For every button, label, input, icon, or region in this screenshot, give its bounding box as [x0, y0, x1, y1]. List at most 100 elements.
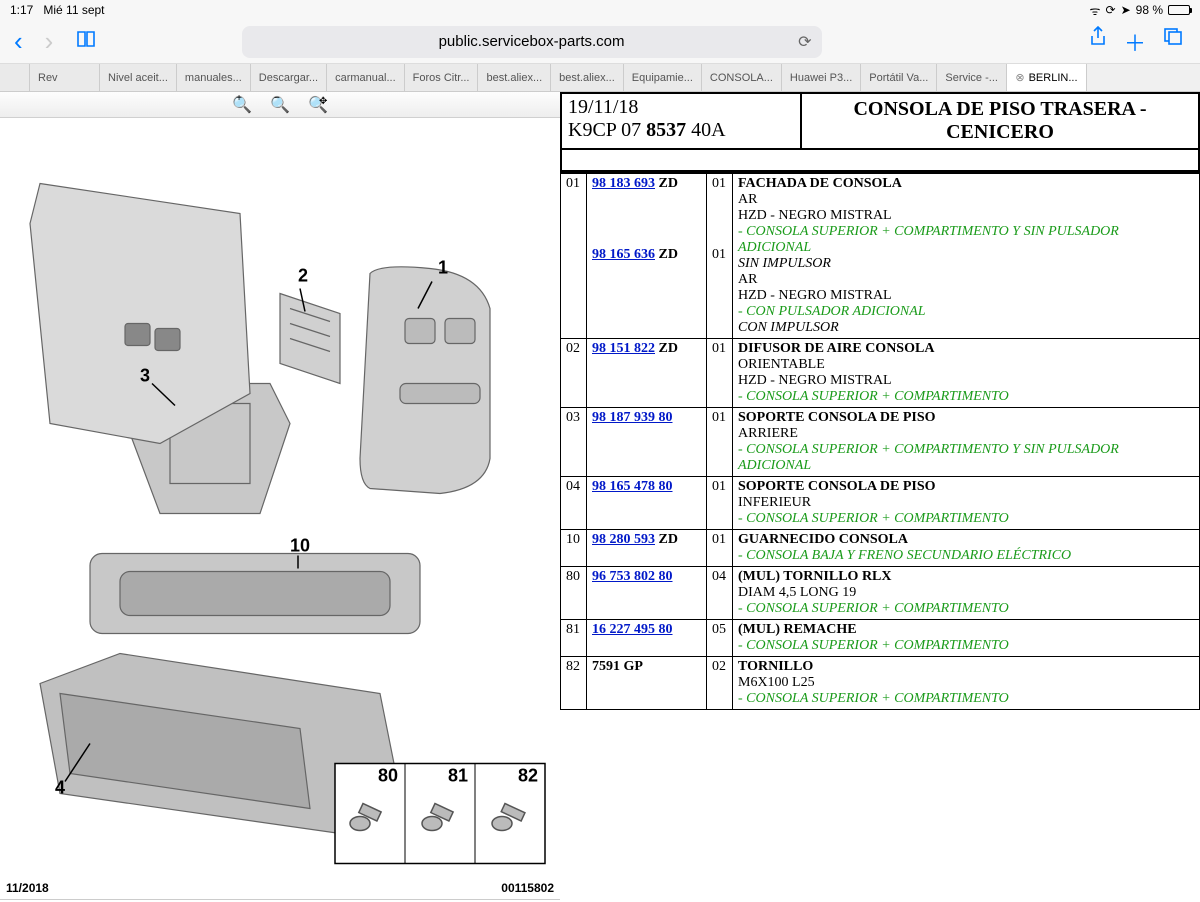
part-ref-cell: 98 165 478 80 — [587, 477, 707, 530]
tab[interactable]: Service -... — [937, 64, 1007, 91]
diagram-panel: 🔍+ 🔍− 🔍✥ — [0, 92, 560, 900]
new-tab-button[interactable]: ＋ — [1124, 26, 1146, 58]
part-qty: 01 — [712, 479, 727, 495]
part-qty: 01 — [712, 410, 727, 426]
callout-4: 4 — [55, 778, 65, 798]
part-qty: 01 — [712, 532, 727, 548]
table-row: 0398 187 939 8001SOPORTE CONSOLA DE PISO… — [561, 408, 1200, 477]
part-ref-link[interactable]: 98 280 593 — [592, 532, 655, 547]
forward-button[interactable]: › — [39, 26, 60, 57]
callout-81: 81 — [448, 766, 468, 786]
tab[interactable]: ⊗BERLIN... — [1007, 64, 1086, 91]
tab-label: Equipamie... — [632, 72, 693, 84]
part-id: 03 — [561, 408, 587, 477]
part-ref-link[interactable]: 98 151 822 — [592, 341, 655, 356]
callout-3: 3 — [140, 366, 150, 386]
doc-date: 19/11/18 — [568, 96, 794, 119]
tab[interactable]: carmanual... — [327, 64, 405, 91]
tab-label: CONSOLA... — [710, 72, 773, 84]
part-qty: 02 — [712, 659, 727, 675]
tab[interactable]: manuales... — [177, 64, 251, 91]
part-id: 82 — [561, 657, 587, 710]
part-ref-cell: 98 280 593 ZD — [587, 530, 707, 567]
tab[interactable]: best.aliex... — [478, 64, 551, 91]
doc-blank-row — [560, 150, 1200, 172]
part-ref-link[interactable]: 98 165 636 — [592, 247, 655, 262]
part-qty-cell: 01 — [707, 477, 733, 530]
part-desc-note: - CONSOLA SUPERIOR + COMPARTIMENTO — [738, 511, 1194, 527]
tabs-button[interactable] — [1162, 26, 1184, 58]
tab[interactable]: best.aliex... — [551, 64, 624, 91]
part-desc-line: ARRIERE — [738, 426, 1194, 442]
tab[interactable]: Huawei P3... — [782, 64, 861, 91]
part-qty-cell: 01 — [707, 530, 733, 567]
tab[interactable]: Equipamie... — [624, 64, 702, 91]
part-desc-cell: FACHADA DE CONSOLAARHZD - NEGRO MISTRAL-… — [733, 173, 1200, 339]
parts-diagram[interactable]: 1 2 3 4 10 80 81 82 11/2018 00115802 — [0, 118, 560, 900]
part-desc-note: - CONSOLA SUPERIOR + COMPARTIMENTO — [738, 691, 1194, 707]
part-desc-title: TORNILLO — [738, 659, 1194, 675]
tab[interactable]: Portátil Va... — [861, 64, 937, 91]
tab-label: Rev — [38, 72, 58, 84]
tab[interactable] — [0, 64, 30, 91]
bookmarks-button[interactable] — [69, 29, 103, 55]
zoom-move-icon[interactable]: 🔍✥ — [308, 95, 328, 115]
part-ref-link[interactable]: 96 753 802 80 — [592, 569, 673, 584]
part-desc-title: (MUL) REMACHE — [738, 622, 1194, 638]
part-desc-line: AR — [738, 192, 1194, 208]
part-desc-title: DIFUSOR DE AIRE CONSOLA — [738, 341, 1194, 357]
tab-label: Nivel aceit... — [108, 72, 168, 84]
tab-label: Portátil Va... — [869, 72, 928, 84]
part-desc-cell: DIFUSOR DE AIRE CONSOLAORIENTABLEHZD - N… — [733, 339, 1200, 408]
share-button[interactable] — [1088, 26, 1108, 58]
part-desc-note: - CONSOLA SUPERIOR + COMPARTIMENTO — [738, 389, 1194, 405]
reload-button[interactable]: ⟳ — [798, 32, 811, 52]
part-id: 02 — [561, 339, 587, 408]
part-ref-suffix: ZD — [655, 176, 678, 191]
tab-label: best.aliex... — [559, 72, 615, 84]
table-row: 0498 165 478 8001SOPORTE CONSOLA DE PISO… — [561, 477, 1200, 530]
part-desc-line: AR — [738, 272, 1194, 288]
address-bar[interactable]: public.servicebox-parts.com ⟳ — [242, 26, 822, 58]
part-desc-cell: SOPORTE CONSOLA DE PISOINFERIEUR- CONSOL… — [733, 477, 1200, 530]
part-desc-cell: (MUL) REMACHE- CONSOLA SUPERIOR + COMPAR… — [733, 620, 1200, 657]
part-qty-cell: 05 — [707, 620, 733, 657]
tab[interactable]: Foros Citr... — [405, 64, 479, 91]
part-desc-title: SOPORTE CONSOLA DE PISO — [738, 479, 1194, 495]
part-desc-cell: (MUL) TORNILLO RLXDIAM 4,5 LONG 19- CONS… — [733, 567, 1200, 620]
parts-list-panel: 19/11/18 K9CP 07 8537 40A CONSOLA DE PIS… — [560, 92, 1200, 900]
part-desc-note: - CONSOLA SUPERIOR + COMPARTIMENTO Y SIN… — [738, 224, 1194, 256]
part-ref-link[interactable]: 98 183 693 — [592, 176, 655, 191]
part-ref-link[interactable]: 98 165 478 80 — [592, 479, 673, 494]
tab[interactable]: Descargar... — [251, 64, 327, 91]
battery-percent: 98 % — [1136, 3, 1163, 17]
part-desc-title: FACHADA DE CONSOLA — [738, 176, 1194, 192]
tab[interactable]: Nivel aceit... — [100, 64, 177, 91]
part-ref-link[interactable]: 98 187 939 80 — [592, 410, 673, 425]
doc-header-left: 19/11/18 K9CP 07 8537 40A — [562, 94, 802, 148]
status-time: 1:17 — [10, 3, 33, 17]
part-ref-link[interactable]: 16 227 495 80 — [592, 622, 673, 637]
part-id: 01 — [561, 173, 587, 339]
tab[interactable]: CONSOLA... — [702, 64, 782, 91]
toolbar-right: ＋ — [1088, 26, 1192, 58]
part-desc-title: (MUL) TORNILLO RLX — [738, 569, 1194, 585]
tab-close-icon[interactable]: ⊗ — [1015, 71, 1024, 84]
zoom-out-icon[interactable]: 🔍− — [270, 95, 290, 115]
part-desc-note: - CONSOLA SUPERIOR + COMPARTIMENTO — [738, 638, 1194, 654]
tab[interactable]: Rev — [30, 64, 100, 91]
back-button[interactable]: ‹ — [8, 26, 29, 57]
callout-2: 2 — [298, 266, 308, 286]
part-ref-cell: 98 183 693 ZD98 165 636 ZD — [587, 173, 707, 339]
content-area: 🔍+ 🔍− 🔍✥ — [0, 92, 1200, 900]
doc-title: CONSOLA DE PISO TRASERA - CENICERO — [802, 94, 1198, 148]
zoom-in-icon[interactable]: 🔍+ — [232, 95, 252, 115]
part-desc-note: - CON PULSADOR ADICIONAL — [738, 304, 1194, 320]
callout-80: 80 — [378, 766, 398, 786]
status-right: ᯤ ⟳ ➤ 98 % — [1090, 2, 1190, 19]
callout-1: 1 — [438, 258, 448, 278]
tabs-bar: Rev Nivel aceit... manuales...Descargar...… — [0, 64, 1200, 92]
part-ref-suffix: ZD — [655, 341, 678, 356]
wifi-icon: ᯤ — [1090, 2, 1101, 19]
part-id: 80 — [561, 567, 587, 620]
